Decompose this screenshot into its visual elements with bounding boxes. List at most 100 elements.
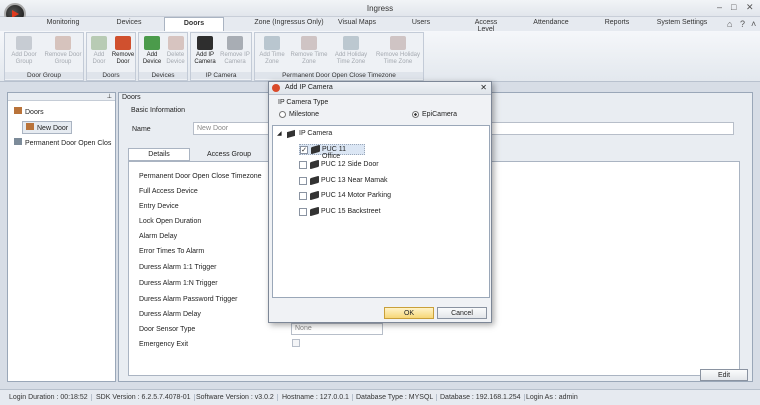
close-icon[interactable]: ✕	[480, 83, 487, 92]
tree-item-new-door[interactable]: New Door	[22, 121, 73, 134]
field-label: Door Sensor Type	[139, 326, 196, 333]
camera-name: PUC 14 Motor Parking	[321, 192, 392, 199]
status-bar: Login Duration : 00:18:52 SDK Version : …	[0, 389, 760, 405]
pane-header: ⊥	[8, 93, 115, 101]
add-holiday-time-zone-button[interactable]: Add Holiday Time Zone	[331, 36, 371, 66]
database: Database : 192.168.1.254	[440, 394, 525, 401]
expand-icon[interactable]: ˄	[751, 19, 756, 29]
ribbon: Add Door Group Remove Door Group Door Gr…	[0, 31, 760, 82]
sdk-version: SDK Version : 6.2.5.7.4078-01	[96, 394, 195, 401]
window-title: Ingress	[366, 4, 394, 13]
tree-root-label: IP Camera	[299, 130, 333, 137]
camera-add-icon	[197, 36, 213, 50]
camera-name: PUC 11 Office	[322, 146, 346, 160]
help-icon[interactable]: ?	[740, 19, 745, 29]
group-timezone: Add Time Zone Remove Time Zone Add Holid…	[254, 32, 424, 81]
add-ip-camera-dialog: Add IP Camera ✕ IP Camera Type Milestone…	[268, 81, 492, 323]
add-door-button[interactable]: Add Door	[89, 36, 109, 66]
camera-checkbox[interactable]	[299, 177, 307, 185]
add-device-icon	[144, 36, 160, 50]
field-label: Entry Device	[139, 203, 179, 210]
field-label: Error Times To Alarm	[139, 248, 205, 255]
add-timezone-icon	[264, 36, 280, 50]
camera-row[interactable]: ✓ PUC 11 Office	[299, 144, 365, 160]
close-button[interactable]: ✕	[746, 2, 754, 13]
camera-checkbox[interactable]	[299, 161, 307, 169]
camera-type-label: IP Camera Type	[278, 99, 329, 106]
edit-button[interactable]: Edit	[700, 369, 748, 381]
camera-remove-icon	[227, 36, 243, 50]
epicamera-label: EpiCamera	[422, 111, 458, 118]
field-label: Duress Alarm Password Trigger	[139, 296, 238, 303]
camera-icon	[311, 144, 320, 155]
dialog-title-bar: Add IP Camera ✕	[269, 82, 491, 95]
field-label: Full Access Device	[139, 188, 198, 195]
tab-attendance[interactable]: Attendance	[532, 19, 570, 26]
name-label: Name	[132, 126, 151, 133]
add-device-button[interactable]: Add Device	[141, 36, 163, 66]
remove-door-group-button[interactable]: Remove Door Group	[43, 36, 83, 66]
add-time-zone-button[interactable]: Add Time Zone	[257, 36, 287, 66]
tab-zone[interactable]: Zone (Ingressus Only)	[241, 19, 337, 26]
tab-monitoring[interactable]: Monitoring	[45, 19, 81, 26]
tab-users[interactable]: Users	[410, 19, 432, 26]
remove-ip-camera-button[interactable]: Remove IP Camera	[219, 36, 251, 66]
milestone-radio[interactable]	[279, 111, 286, 118]
collapse-icon[interactable]: ◢	[277, 130, 282, 137]
door-icon	[14, 107, 22, 114]
milestone-label: Milestone	[289, 111, 319, 118]
door-sensor-type-select[interactable]: None	[291, 323, 383, 335]
add-door-group-button[interactable]: Add Door Group	[7, 36, 41, 66]
pane-header: Doors	[122, 94, 141, 101]
home-icon[interactable]: ⌂	[727, 19, 732, 29]
tab-visual-maps[interactable]: Visual Maps	[337, 19, 377, 26]
pin-icon[interactable]: ⊥	[107, 93, 112, 100]
camera-icon	[310, 159, 319, 170]
group-devices: Add Device Delete Device Devices	[138, 32, 188, 81]
software-version: Software Version : v3.0.2	[196, 394, 278, 401]
title-bar: Ingress – □ ✕	[0, 0, 760, 17]
tab-reports[interactable]: Reports	[604, 19, 630, 26]
main-tabs: Monitoring Devices Doors Zone (Ingressus…	[0, 17, 760, 33]
delete-device-button[interactable]: Delete Device	[164, 36, 187, 66]
camera-checkbox[interactable]	[299, 208, 307, 216]
epicamera-radio[interactable]	[412, 111, 419, 118]
ok-button[interactable]: OK	[384, 307, 434, 319]
add-ip-camera-button[interactable]: Add IP Camera	[192, 36, 218, 66]
remove-door-button[interactable]: Remove Door	[111, 36, 135, 66]
field-label: Alarm Delay	[139, 233, 178, 240]
add-group-icon	[16, 36, 32, 50]
tab-doors[interactable]: Doors	[164, 17, 224, 31]
database-type: Database Type : MYSQL	[356, 394, 438, 401]
tree-item-doors[interactable]: Doors	[14, 107, 44, 116]
tab-details[interactable]: Details	[128, 148, 190, 161]
tree-item-permanent[interactable]: Permanent Door Open Clos	[14, 138, 116, 147]
camera-name: PUC 12 Side Door	[321, 161, 379, 168]
remove-door-icon	[115, 36, 131, 50]
remove-holiday-icon	[390, 36, 406, 50]
tab-system-settings[interactable]: System Settings	[656, 19, 708, 26]
cancel-button[interactable]: Cancel	[437, 307, 487, 319]
camera-name: PUC 15 Backstreet	[321, 208, 381, 215]
login-as: Login As : admin	[526, 394, 578, 401]
field-label: Duress Alarm 1:N Trigger	[139, 280, 218, 287]
emergency-exit-checkbox[interactable]	[292, 339, 300, 347]
camera-checkbox[interactable]: ✓	[300, 146, 308, 154]
minimize-button[interactable]: –	[717, 2, 722, 12]
maximize-button[interactable]: □	[731, 2, 736, 12]
tab-access-group[interactable]: Access Group	[193, 149, 265, 161]
group-doors: Add Door Remove Door Doors	[86, 32, 136, 81]
camera-tree: ◢ IP Camera ✓ PUC 11 Office PUC 12 Side …	[272, 125, 490, 298]
field-label: Duress Alarm 1:1 Trigger	[139, 264, 217, 271]
remove-holiday-time-zone-button[interactable]: Remove Holiday Time Zone	[373, 36, 423, 66]
add-holiday-icon	[343, 36, 359, 50]
camera-icon	[310, 175, 319, 186]
section-title: Basic Information	[131, 107, 186, 114]
group-ip-camera: Add IP Camera Remove IP Camera IP Camera	[190, 32, 252, 81]
remove-time-zone-button[interactable]: Remove Time Zone	[289, 36, 329, 66]
camera-icon	[310, 190, 319, 201]
tab-devices[interactable]: Devices	[116, 19, 142, 26]
camera-checkbox[interactable]	[299, 192, 307, 200]
remove-group-icon	[55, 36, 71, 50]
door-icon	[26, 123, 34, 130]
